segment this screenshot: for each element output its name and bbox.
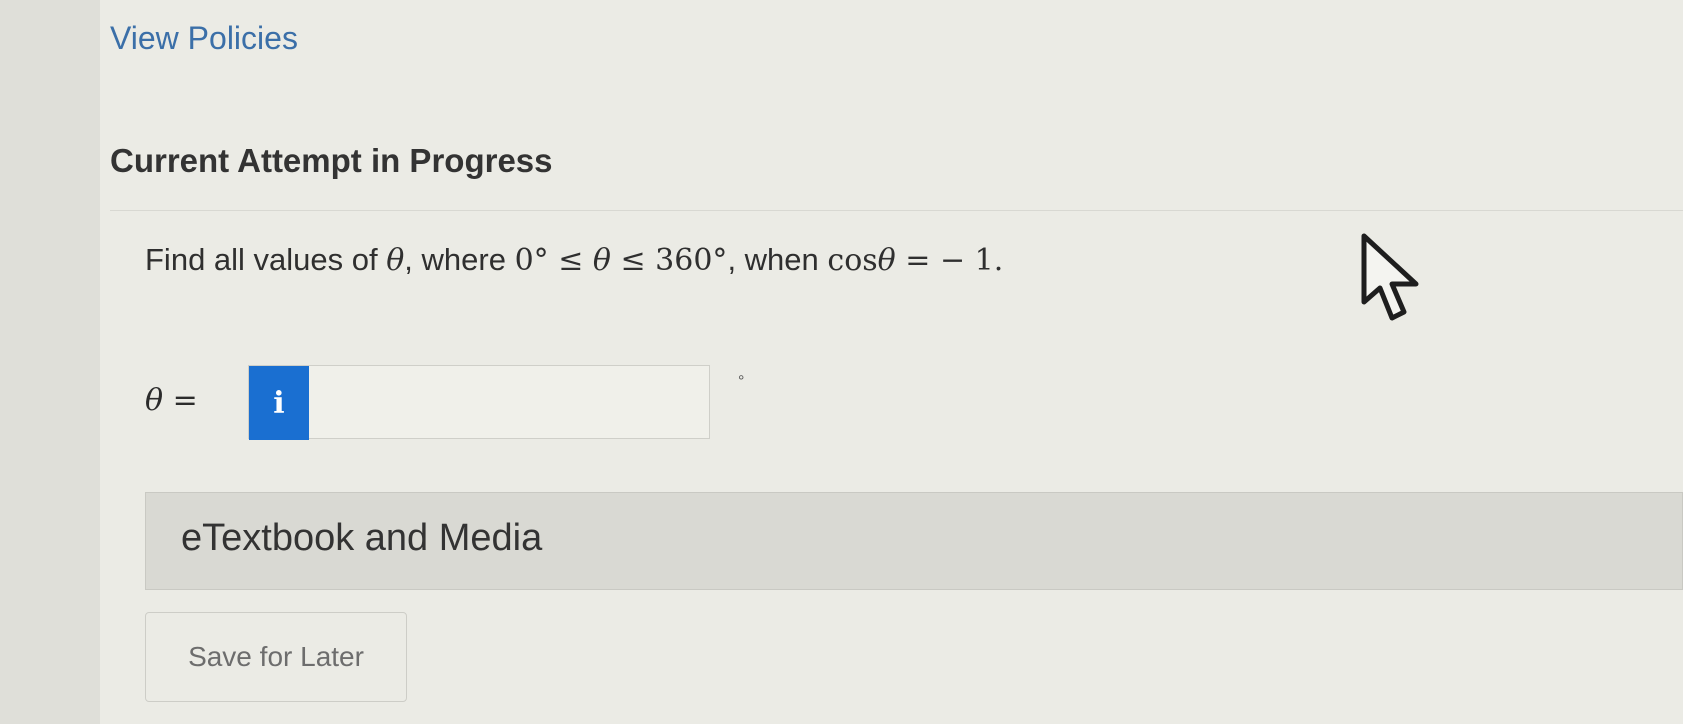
question-equation: cosθ = − 1. bbox=[827, 243, 1004, 278]
answer-box: i bbox=[248, 365, 710, 440]
question-math-var: θ bbox=[386, 243, 405, 278]
info-glyph: i bbox=[273, 385, 285, 421]
attempt-heading: Current Attempt in Progress bbox=[110, 142, 553, 179]
etextbook-media-bar[interactable]: eTextbook and Media bbox=[145, 492, 1683, 590]
etextbook-media-label: eTextbook and Media bbox=[181, 517, 543, 559]
left-gutter bbox=[0, 0, 100, 724]
mouse-pointer-icon bbox=[1361, 233, 1419, 321]
section-divider bbox=[110, 210, 1683, 211]
question-when: , when bbox=[727, 242, 828, 277]
question-where: , where bbox=[404, 242, 515, 277]
degree-unit: ° bbox=[738, 373, 745, 390]
question-range: 0° ≤ θ ≤ 360° bbox=[514, 243, 728, 278]
answer-input[interactable] bbox=[309, 366, 709, 438]
info-icon[interactable]: i bbox=[249, 366, 309, 440]
view-policies-link[interactable]: View Policies bbox=[110, 20, 298, 57]
question-prefix: Find all values of bbox=[145, 242, 387, 277]
theta-label: θ = bbox=[145, 383, 198, 418]
question-text: Find all values of θ, where 0° ≤ θ ≤ 360… bbox=[145, 242, 1003, 278]
save-for-later-button[interactable]: Save for Later bbox=[145, 612, 407, 702]
